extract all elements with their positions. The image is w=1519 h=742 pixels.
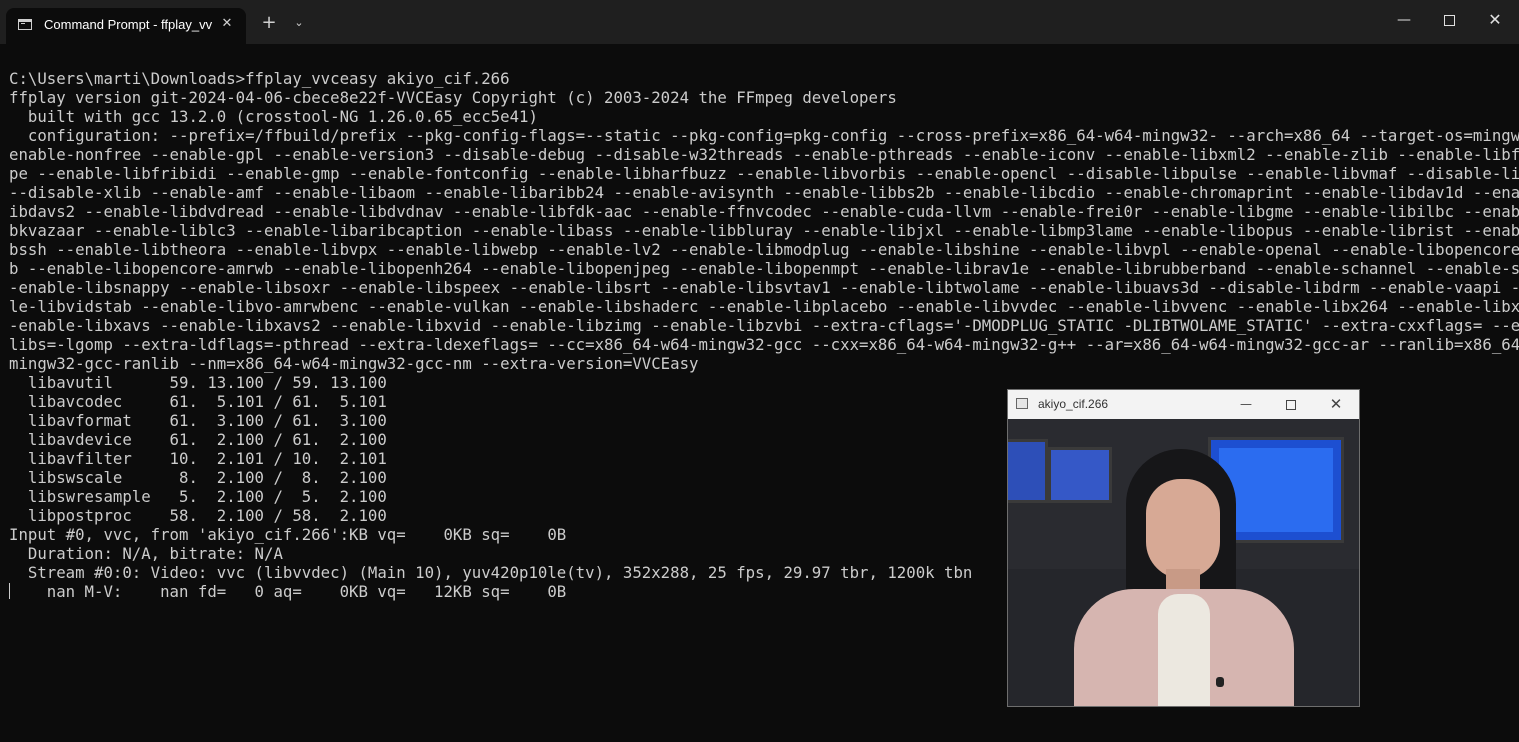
title-bar: Command Prompt - ffplay_vv ✕ + ⌄ — ✕ [0, 0, 1519, 44]
video-frame[interactable] [1008, 419, 1359, 706]
console-line: --disable-xlib --enable-amf --enable-lib… [9, 183, 1519, 202]
console-line: libs=-lgomp --extra-ldflags=-pthread --e… [9, 335, 1519, 354]
ffplay-maximize-button[interactable] [1269, 390, 1313, 418]
console-line: -enable-libxavs --enable-libxavs2 --enab… [9, 316, 1519, 335]
tab-command-prompt[interactable]: Command Prompt - ffplay_vv ✕ [6, 8, 246, 44]
console-line: -enable-libsnappy --enable-libsoxr --ena… [9, 278, 1519, 297]
ffplay-title-bar[interactable]: akiyo_cif.266 — ✕ [1008, 390, 1359, 419]
console-line: pe --enable-libfribidi --enable-gmp --en… [9, 164, 1519, 183]
console-line: le-libvidstab --enable-libvo-amrwbenc --… [9, 297, 1519, 316]
console-line: ibdavs2 --enable-libdvdread --enable-lib… [9, 202, 1519, 221]
ffplay-window[interactable]: akiyo_cif.266 — ✕ [1007, 389, 1360, 707]
console-line: bkvazaar --enable-liblc3 --enable-libari… [9, 221, 1519, 240]
maximize-icon [1443, 15, 1455, 26]
ffplay-title: akiyo_cif.266 [1038, 397, 1109, 411]
background-monitor [1008, 439, 1048, 503]
console-line: configuration: --prefix=/ffbuild/prefix … [9, 126, 1519, 145]
maximize-icon [1286, 399, 1296, 410]
console-line: ffplay version git-2024-04-06-cbece8e22f… [9, 88, 897, 107]
console-line: b --enable-libopencore-amrwb --enable-li… [9, 259, 1519, 278]
tab-dropdown-button[interactable]: ⌄ [290, 14, 308, 32]
tab-close-button[interactable]: ✕ [218, 15, 236, 33]
new-tab-button[interactable]: + [258, 12, 280, 34]
window-icon [1016, 398, 1028, 409]
console-line: built with gcc 13.2.0 (crosstool-NG 1.26… [9, 107, 538, 126]
close-button[interactable]: ✕ [1472, 0, 1518, 40]
tab-title: Command Prompt - ffplay_vv [44, 17, 213, 32]
terminal-icon [18, 19, 32, 30]
console-line: mingw32-gcc-ranlib --nm=x86_64-w64-mingw… [9, 354, 699, 373]
console-line: C:\Users\marti\Downloads>ffplay_vvceasy … [9, 69, 510, 88]
minimize-button[interactable]: — [1381, 0, 1427, 40]
ffplay-close-button[interactable]: ✕ [1314, 390, 1358, 418]
background-monitor [1048, 447, 1112, 503]
console-line: enable-nonfree --enable-gpl --enable-ver… [9, 145, 1519, 164]
monitor-screen [1219, 448, 1333, 532]
text-cursor [9, 583, 10, 599]
console-line: bssh --enable-libtheora --enable-libvpx … [9, 240, 1519, 259]
lapel-microphone [1216, 677, 1224, 687]
ffplay-minimize-button[interactable]: — [1224, 390, 1268, 418]
presenter-blouse [1158, 594, 1210, 706]
maximize-button[interactable] [1426, 0, 1472, 40]
presenter-face [1146, 479, 1220, 579]
